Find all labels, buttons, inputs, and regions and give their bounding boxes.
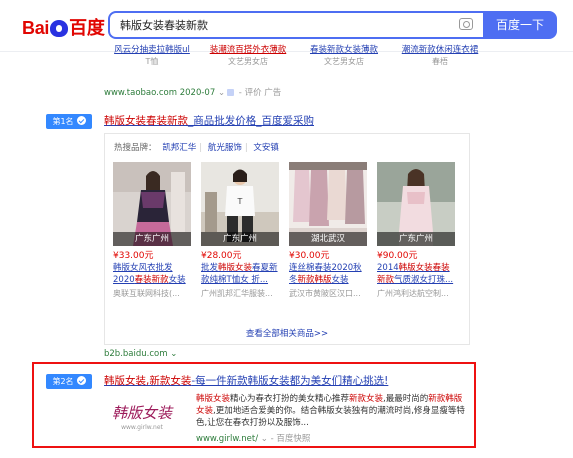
check-icon xyxy=(76,376,86,385)
product-item[interactable]: 广东广州 ¥90.00元 2014韩版女装春装新款气质淑女打珠... 广州鸿利达… xyxy=(377,162,455,300)
result-1-url[interactable]: b2b.baidu.com ⌄ xyxy=(104,349,177,359)
site-url[interactable]: www.girlw.net/ xyxy=(196,434,258,444)
top-result-4[interactable]: 潮流新款休闲连衣裙 春梧 xyxy=(392,44,484,68)
ad-label: 广告 xyxy=(264,88,282,98)
product-shop: 广州凯邦汇华服装... xyxy=(201,289,273,298)
product-price: ¥28.00元 xyxy=(201,251,242,261)
logo-text-left: Bai xyxy=(22,18,50,38)
product-price: ¥33.00元 xyxy=(113,251,154,261)
product-price: ¥90.00元 xyxy=(377,251,418,261)
product-image[interactable]: T 广东广州 xyxy=(201,162,279,246)
brand-link[interactable]: 航光服饰 xyxy=(208,143,242,153)
title-rest: _商品批发价格_百度爱采购 xyxy=(188,115,314,127)
camera-icon[interactable] xyxy=(459,18,473,30)
result-meta: www.taobao.com 2020-07 ⌄ - 评价 广告 xyxy=(104,88,282,98)
top-result-title[interactable]: 春装新款女装薄款 xyxy=(296,44,392,56)
product-item[interactable]: 广东广州 ¥33.00元 韩版女风衣批发2020春装新款女装中长款连衣 奥联互联… xyxy=(113,162,191,300)
search-button[interactable]: 百度一下 xyxy=(483,11,557,39)
product-name[interactable]: 韩版女风衣批发2020春装新款女装中长款连衣 xyxy=(113,262,191,286)
result-2-description: 韩版女装精心为春衣打扮的美女精心推荐新款女装,最最时尚的新款韩版女装,更加地适合… xyxy=(196,394,465,428)
top-result-shop: 春梧 xyxy=(432,57,448,66)
top-result-title[interactable]: 风云分抽卖拉韩版ul xyxy=(104,44,200,56)
product-region: 广东广州 xyxy=(201,232,279,246)
top-result-title[interactable]: 潮流新款休闲连衣裙 xyxy=(392,44,484,56)
brand-link[interactable]: 凯邦汇华 xyxy=(162,143,196,153)
product-price: ¥30.00元 xyxy=(289,251,330,261)
product-name[interactable]: 连丝棉春装2020秋冬新款韩版女装 卫... xyxy=(289,262,367,286)
meta-eval-link[interactable]: 评价 xyxy=(245,88,262,98)
top-result-shop: T恤 xyxy=(145,57,159,66)
hot-label: 热搜品牌： xyxy=(114,143,157,153)
top-results-row: 风云分抽卖拉韩版ul T恤 装潮流百搭外衣薄款 文艺男女店 春装新款女装薄款 文… xyxy=(104,44,484,86)
product-name[interactable]: 批发韩版女装春夏新款纯棉T恤女 折... xyxy=(201,262,279,286)
rank-label: 第1名 xyxy=(52,117,74,126)
check-icon xyxy=(76,116,86,125)
result-1-title[interactable]: 韩版女装春装新款_商品批发价格_百度爱采购 xyxy=(104,113,314,128)
product-shop: 广州鸿利达航空制... xyxy=(377,289,449,298)
title-keyword: 韩版女装春装新款 xyxy=(104,115,188,127)
rank-label: 第2名 xyxy=(52,377,74,386)
product-shop: 武汉市黄陂区汉口... xyxy=(289,289,361,298)
product-image[interactable]: 广东广州 xyxy=(377,162,455,246)
svg-text:T: T xyxy=(237,197,243,206)
top-result-2[interactable]: 装潮流百搭外衣薄款 文艺男女店 xyxy=(200,44,296,68)
product-card: 热搜品牌： 凯邦汇华 | 航光服饰 | 文安镇 广东广州 ¥33.00元 韩版女风衣… xyxy=(104,133,470,345)
title-rest: -每一件新款韩版女装都为美女们精心挑选! xyxy=(191,375,389,387)
brand-link[interactable]: 文安镇 xyxy=(253,143,279,153)
meta-url[interactable]: www.taobao.com xyxy=(104,88,177,98)
view-all-products-link[interactable]: 查看全部相关商品>> xyxy=(105,327,469,339)
result-2-url: www.girlw.net/ ⌄ - 百度快照 xyxy=(196,434,311,444)
search-input[interactable] xyxy=(110,13,440,37)
search-box xyxy=(108,11,483,39)
product-region: 广东广州 xyxy=(377,232,455,246)
hot-brands: 热搜品牌： 凯邦汇华 | 航光服饰 | 文安镇 xyxy=(114,143,279,153)
meta-date: 2020-07 xyxy=(179,88,216,98)
product-item[interactable]: 湖北武汉 ¥30.00元 连丝棉春装2020秋冬新款韩版女装 卫... 武汉市黄… xyxy=(289,162,367,300)
top-result-shop: 文艺男女店 xyxy=(324,57,364,66)
logo-text-right: 百度 xyxy=(69,18,105,38)
product-region: 湖北武汉 xyxy=(289,232,367,246)
top-result-title[interactable]: 装潮流百搭外衣薄款 xyxy=(200,44,296,56)
snapshot-link[interactable]: 百度快照 xyxy=(276,434,310,444)
baidu-logo[interactable]: Bai 百度 xyxy=(22,14,105,40)
rank-badge-1: 第1名 xyxy=(46,114,92,129)
top-result-1[interactable]: 风云分抽卖拉韩版ul T恤 xyxy=(104,44,200,68)
evaluation-icon[interactable] xyxy=(227,89,235,96)
logo-url: www.girlw.net xyxy=(121,423,163,431)
paw-icon xyxy=(50,20,69,37)
top-result-shop: 文艺男女店 xyxy=(228,57,268,66)
rank-badge-2: 第2名 xyxy=(46,374,92,389)
product-item[interactable]: T 广东广州 ¥28.00元 批发韩版女装春夏新款纯棉T恤女 折... 广州凯邦… xyxy=(201,162,279,300)
result-2-title[interactable]: 韩版女装,新款女装-每一件新款韩版女装都为美女们精心挑选! xyxy=(104,373,388,388)
site-logo[interactable]: 韩版女装 www.girlw.net xyxy=(101,396,183,436)
top-result-3[interactable]: 春装新款女装薄款 文艺男女店 xyxy=(296,44,392,68)
product-name[interactable]: 2014韩版女装春装新款气质淑女打珠... xyxy=(377,262,455,286)
product-shop: 奥联互联网科技(... xyxy=(113,289,180,298)
product-image[interactable]: 湖北武汉 xyxy=(289,162,367,246)
title-keyword: 韩版女装,新款女装 xyxy=(104,375,192,387)
product-region: 广东广州 xyxy=(113,232,191,246)
logo-chinese: 韩版女装 xyxy=(111,403,172,422)
product-image[interactable]: 广东广州 xyxy=(113,162,191,246)
